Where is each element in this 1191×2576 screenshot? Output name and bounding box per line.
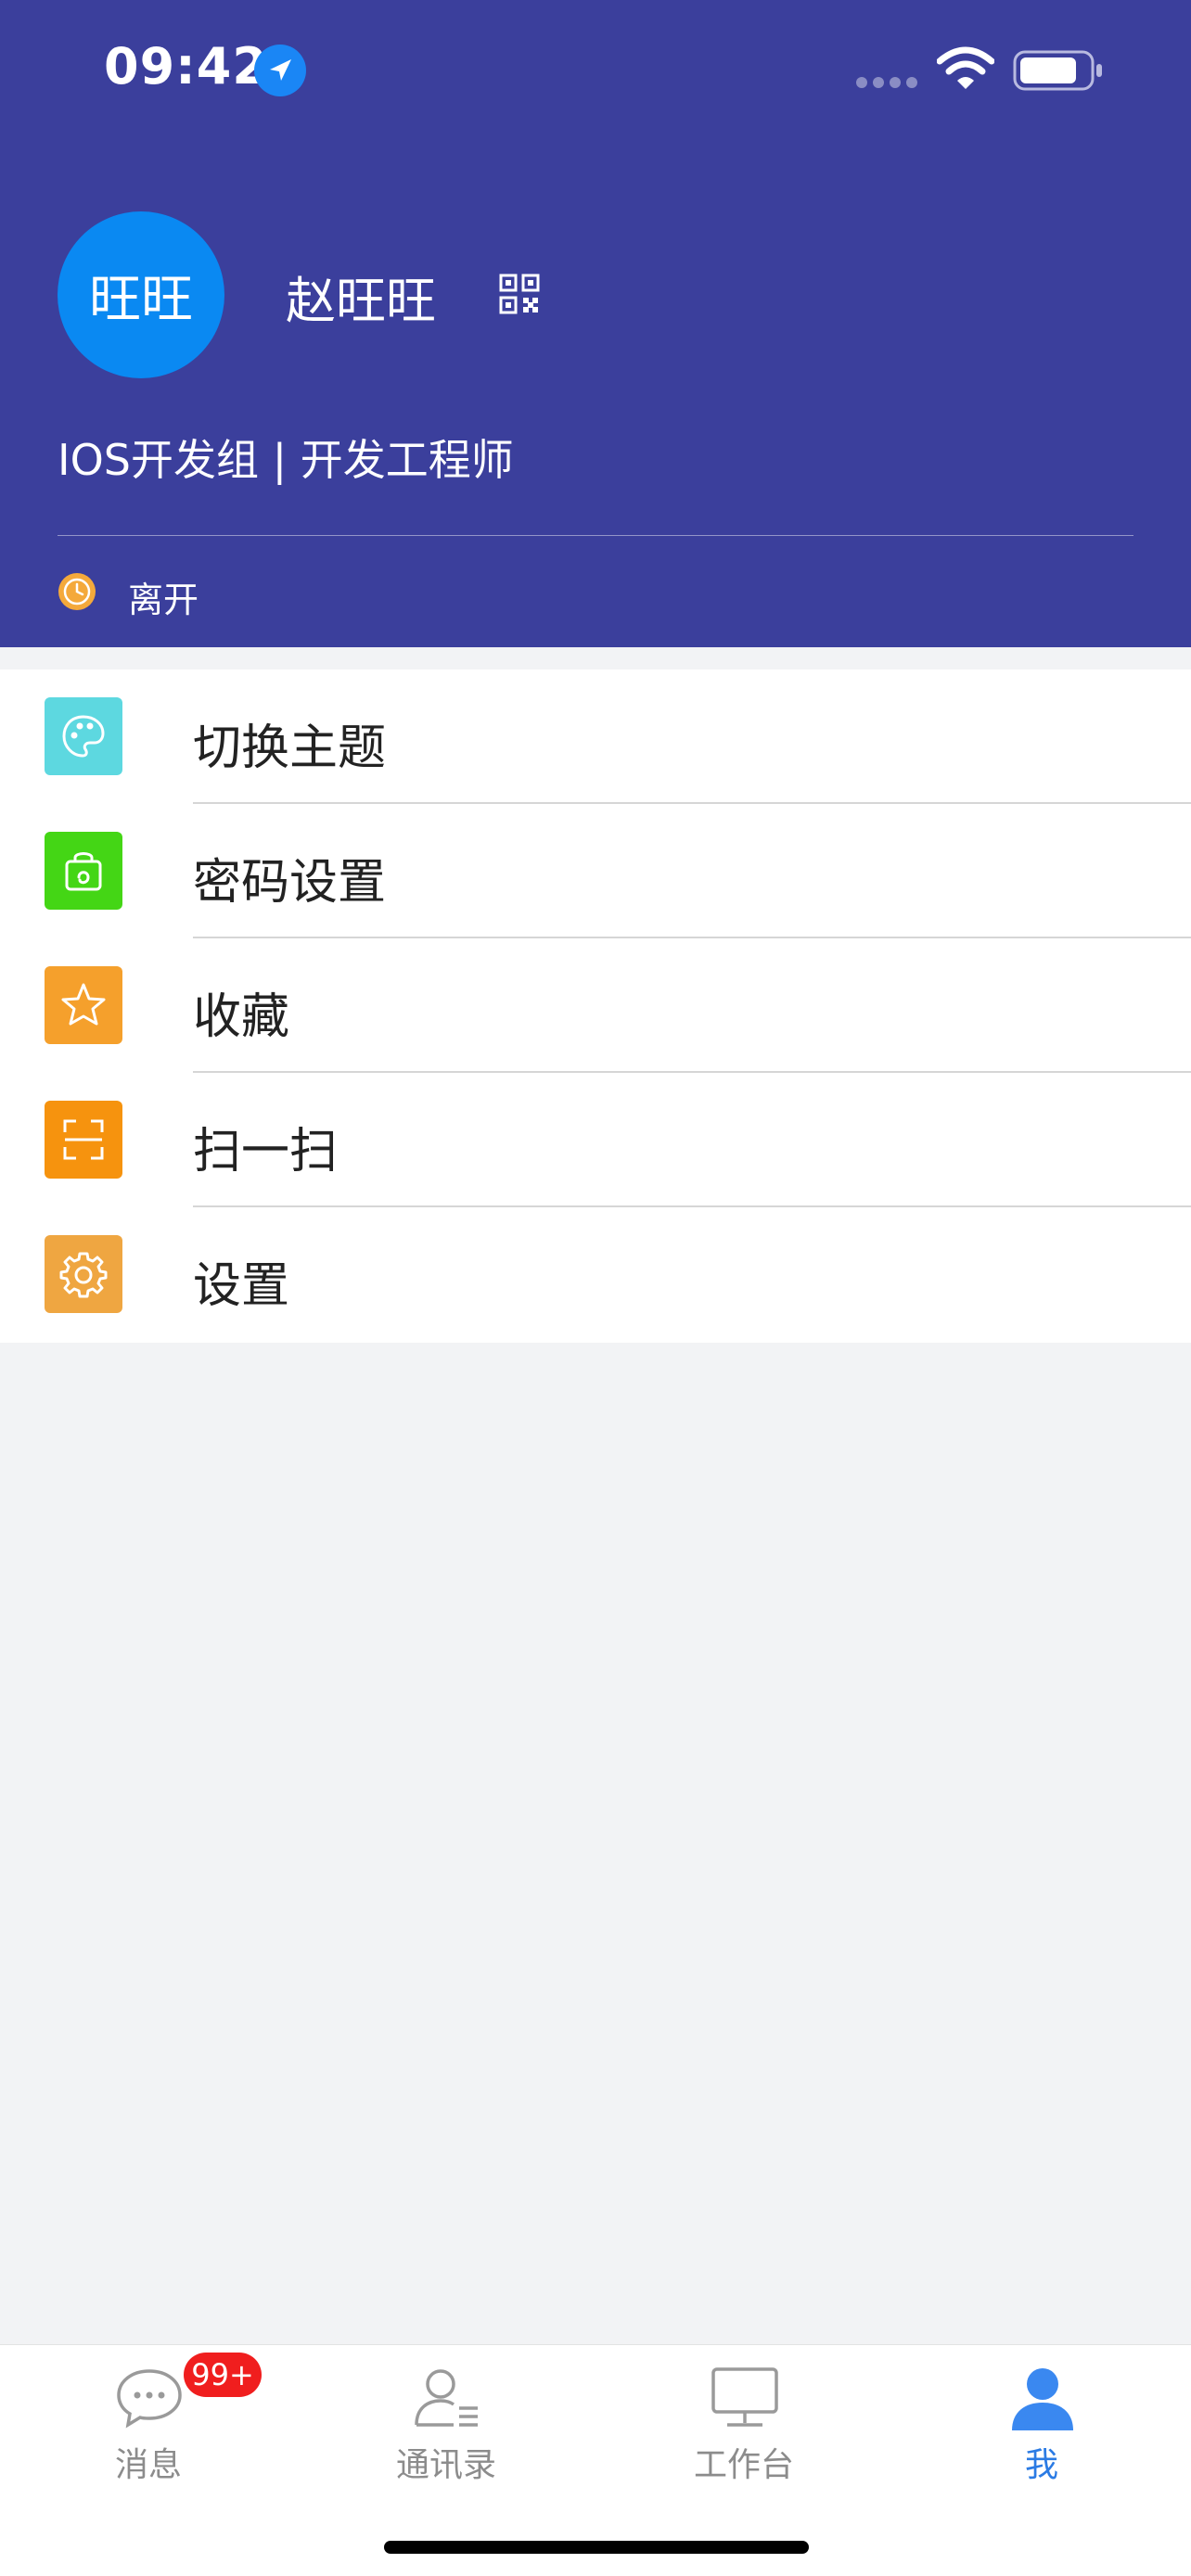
- menu-item-settings[interactable]: 设置: [0, 1207, 1191, 1342]
- department-title: IOS开发组 | 开发工程师: [58, 435, 514, 485]
- tab-contacts[interactable]: 通讯录: [353, 2345, 539, 2493]
- user-name: 赵旺旺: [286, 272, 436, 330]
- monitor-icon: [711, 2367, 778, 2427]
- status-time: 09:42: [104, 37, 268, 96]
- chat-bubble-icon: [117, 2369, 182, 2429]
- menu-item-label: 密码设置: [193, 855, 387, 911]
- qr-code-icon[interactable]: [499, 274, 540, 314]
- tab-workbench[interactable]: 工作台: [651, 2345, 837, 2493]
- presence-status[interactable]: 离开: [128, 571, 198, 622]
- contacts-icon: [415, 2369, 478, 2427]
- settings-menu: 切换主题 密码设置 收藏 扫一扫 设置: [0, 670, 1191, 1343]
- location-arrow-icon: [254, 45, 306, 96]
- lock-bag-icon: [45, 832, 122, 910]
- star-icon: [45, 966, 122, 1044]
- gear-icon: [45, 1235, 122, 1313]
- avatar[interactable]: 旺旺: [58, 211, 224, 378]
- profile-header: 09:42 旺旺 赵旺旺 IOS开发组 | 开发工程师 离开: [0, 0, 1191, 647]
- clock-icon: [58, 573, 96, 610]
- cellular-signal-icon: [856, 77, 917, 88]
- header-divider: [58, 535, 1133, 536]
- menu-item-switch-theme[interactable]: 切换主题: [0, 670, 1191, 804]
- menu-item-label: 设置: [193, 1258, 290, 1314]
- tab-label: 我: [1024, 2446, 1058, 2484]
- menu-item-label: 切换主题: [193, 721, 387, 776]
- menu-item-scan[interactable]: 扫一扫: [0, 1073, 1191, 1207]
- status-bar: 09:42: [0, 0, 1191, 139]
- tab-messages[interactable]: 99+ 消息: [56, 2345, 262, 2493]
- home-indicator: [384, 2541, 809, 2554]
- scan-icon: [45, 1101, 122, 1179]
- tab-label: 消息: [114, 2446, 182, 2484]
- tab-me[interactable]: 我: [949, 2345, 1134, 2493]
- tab-label: 通讯录: [395, 2446, 496, 2484]
- wifi-icon: [937, 46, 994, 89]
- menu-item-label: 收藏: [193, 989, 290, 1045]
- menu-item-favorites[interactable]: 收藏: [0, 938, 1191, 1073]
- person-icon: [1012, 2368, 1073, 2430]
- menu-item-label: 扫一扫: [193, 1124, 339, 1180]
- tab-label: 工作台: [693, 2446, 794, 2484]
- battery-icon: [1013, 50, 1102, 91]
- unread-badge: 99+: [184, 2353, 262, 2397]
- menu-item-password-settings[interactable]: 密码设置: [0, 804, 1191, 938]
- palette-icon: [45, 697, 122, 775]
